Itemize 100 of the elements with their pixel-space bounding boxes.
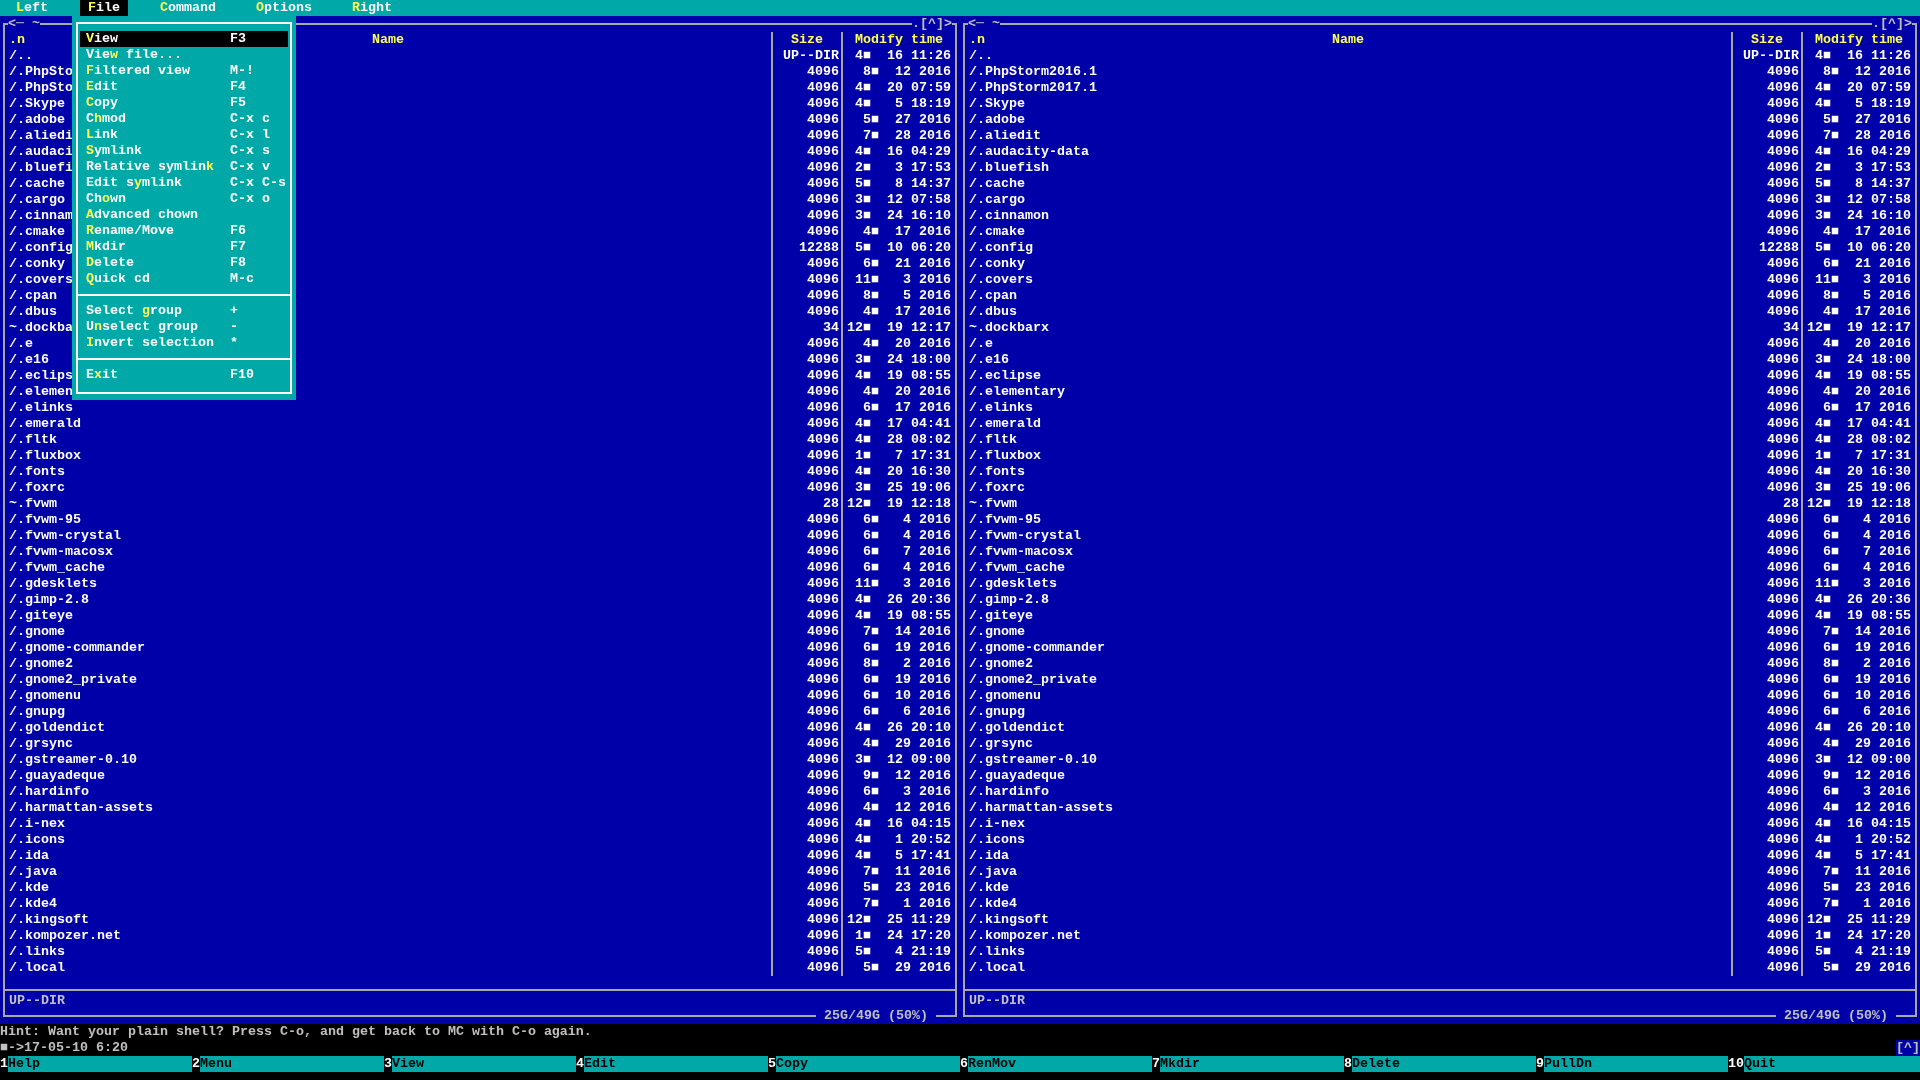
- file-name[interactable]: /.gnomenu: [9, 688, 81, 704]
- file-name[interactable]: /.elinks: [969, 400, 1033, 416]
- file-name[interactable]: /.PhpStorm2016.1: [969, 64, 1097, 80]
- file-name[interactable]: /.fvwm-crystal: [969, 528, 1081, 544]
- function-key-button[interactable]: Edit: [584, 1056, 768, 1072]
- function-key-button[interactable]: Copy: [776, 1056, 960, 1072]
- file-name[interactable]: /.PhpSto: [9, 64, 73, 80]
- file-name[interactable]: /.hardinfo: [969, 784, 1049, 800]
- function-key-button[interactable]: Quit: [1744, 1056, 1920, 1072]
- file-name[interactable]: /.kompozer.net: [969, 928, 1081, 944]
- file-name[interactable]: /.conky: [9, 256, 65, 272]
- file-name[interactable]: /.ida: [9, 848, 49, 864]
- column-header[interactable]: Modify time: [855, 32, 943, 48]
- file-name[interactable]: /.fonts: [969, 464, 1025, 480]
- file-name[interactable]: /.ida: [969, 848, 1009, 864]
- file-name[interactable]: /.gnome-commander: [969, 640, 1105, 656]
- file-name[interactable]: /.giteye: [969, 608, 1033, 624]
- column-header[interactable]: Name: [372, 32, 404, 48]
- file-name[interactable]: /.gnome-commander: [9, 640, 145, 656]
- file-name[interactable]: /.gimp-2.8: [9, 592, 89, 608]
- history-marker[interactable]: .[^]>: [1872, 16, 1912, 32]
- file-name[interactable]: ~.dockbarx: [969, 320, 1049, 336]
- file-name[interactable]: /.gnome: [9, 624, 65, 640]
- file-name[interactable]: /.fltk: [9, 432, 57, 448]
- file-name[interactable]: /.guayadeque: [9, 768, 105, 784]
- file-name[interactable]: /.cargo: [969, 192, 1025, 208]
- file-name[interactable]: ~.fvwm: [969, 496, 1017, 512]
- file-name[interactable]: /.emerald: [9, 416, 81, 432]
- file-name[interactable]: /.fvwm-crystal: [9, 528, 121, 544]
- file-name[interactable]: /.config: [9, 240, 73, 256]
- file-name[interactable]: /.local: [9, 960, 65, 976]
- file-name[interactable]: /.kde4: [969, 896, 1017, 912]
- file-name[interactable]: /.kde: [9, 880, 49, 896]
- file-name[interactable]: /.gnome2_private: [9, 672, 137, 688]
- file-name[interactable]: /.fltk: [969, 432, 1017, 448]
- file-name[interactable]: /.elementary: [969, 384, 1065, 400]
- file-name[interactable]: /.elinks: [9, 400, 73, 416]
- file-name[interactable]: /.conky: [969, 256, 1025, 272]
- file-name[interactable]: /.gnome: [969, 624, 1025, 640]
- function-key-button[interactable]: Menu: [200, 1056, 384, 1072]
- file-name[interactable]: /.hardinfo: [9, 784, 89, 800]
- file-name[interactable]: /.gimp-2.8: [969, 592, 1049, 608]
- column-header[interactable]: Size: [1751, 32, 1783, 48]
- file-name[interactable]: /.kingsoft: [969, 912, 1049, 928]
- prompt-marker[interactable]: [^]: [1896, 1040, 1920, 1056]
- function-key-button[interactable]: PullDn: [1544, 1056, 1728, 1072]
- file-name[interactable]: /.kde4: [9, 896, 57, 912]
- file-name[interactable]: /.java: [9, 864, 57, 880]
- file-name[interactable]: /.cmake: [9, 224, 65, 240]
- file-name[interactable]: /.fvwm_cache: [969, 560, 1065, 576]
- file-name[interactable]: /.covers: [969, 272, 1033, 288]
- file-name[interactable]: /.e: [969, 336, 993, 352]
- file-name[interactable]: /.links: [969, 944, 1025, 960]
- sort-indicator[interactable]: .n: [969, 32, 985, 48]
- file-name[interactable]: /.covers: [9, 272, 73, 288]
- file-name[interactable]: /.links: [9, 944, 65, 960]
- file-name[interactable]: /.cmake: [969, 224, 1025, 240]
- column-header[interactable]: Size: [791, 32, 823, 48]
- file-name[interactable]: /.kompozer.net: [9, 928, 121, 944]
- file-name[interactable]: /.fluxbox: [9, 448, 81, 464]
- file-name[interactable]: /.goldendict: [9, 720, 105, 736]
- file-name[interactable]: /.aliedi: [9, 128, 73, 144]
- file-name[interactable]: /.cinnamon: [969, 208, 1049, 224]
- function-key-button[interactable]: Help: [8, 1056, 192, 1072]
- file-name[interactable]: /.gnupg: [9, 704, 65, 720]
- sort-indicator[interactable]: .n: [9, 32, 25, 48]
- file-name[interactable]: /.cpan: [9, 288, 57, 304]
- file-name[interactable]: /.icons: [9, 832, 65, 848]
- file-name[interactable]: /.i-nex: [969, 816, 1025, 832]
- file-name[interactable]: /.guayadeque: [969, 768, 1065, 784]
- file-name[interactable]: /.cache: [969, 176, 1025, 192]
- file-name[interactable]: /.local: [969, 960, 1025, 976]
- file-name[interactable]: /.cpan: [969, 288, 1017, 304]
- file-name[interactable]: /.foxrc: [969, 480, 1025, 496]
- file-name[interactable]: /.audacity-data: [969, 144, 1089, 160]
- file-name[interactable]: /.e: [9, 336, 33, 352]
- file-name[interactable]: /.gnomenu: [969, 688, 1041, 704]
- file-name[interactable]: /.PhpStorm2017.1: [969, 80, 1097, 96]
- file-name[interactable]: /.icons: [969, 832, 1025, 848]
- history-marker[interactable]: .[^]>: [912, 16, 952, 32]
- file-name[interactable]: /.bluefish: [969, 160, 1049, 176]
- file-name[interactable]: /..: [969, 48, 993, 64]
- file-name[interactable]: /.Skype: [9, 96, 65, 112]
- file-name[interactable]: /.java: [969, 864, 1017, 880]
- file-name[interactable]: /.cargo: [9, 192, 65, 208]
- file-name[interactable]: /.gnome2_private: [969, 672, 1097, 688]
- file-name[interactable]: /.grsync: [969, 736, 1033, 752]
- file-name[interactable]: /.giteye: [9, 608, 73, 624]
- function-key-button[interactable]: Delete: [1352, 1056, 1536, 1072]
- file-name[interactable]: /..: [9, 48, 33, 64]
- file-name[interactable]: /.fluxbox: [969, 448, 1041, 464]
- file-name[interactable]: /.fvwm-95: [969, 512, 1041, 528]
- menu-item[interactable]: View F3: [80, 31, 288, 47]
- shell-prompt[interactable]: ■->17-05-10 6:20: [0, 1040, 128, 1056]
- file-name[interactable]: /.cinnam: [9, 208, 73, 224]
- file-name[interactable]: /.emerald: [969, 416, 1041, 432]
- file-name[interactable]: /.aliedit: [969, 128, 1041, 144]
- menu-bar-item[interactable]: File: [80, 0, 128, 16]
- file-name[interactable]: /.adobe: [969, 112, 1025, 128]
- file-name[interactable]: /.kde: [969, 880, 1009, 896]
